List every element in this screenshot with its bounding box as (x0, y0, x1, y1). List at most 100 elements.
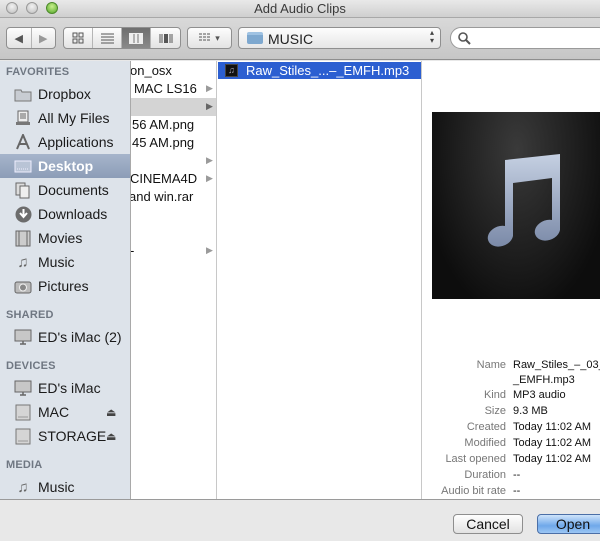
info-value-created: Today 11:02 AM (513, 421, 592, 433)
sidebar-item-eds-imac-2[interactable]: ED's iMac (2) (0, 325, 130, 349)
sidebar-item-pictures[interactable]: Pictures (0, 274, 130, 298)
search-icon (458, 32, 471, 45)
sidebar-item-mac[interactable]: MAC ⏏ (0, 400, 130, 424)
title-bar: Add Audio Clips (0, 0, 600, 18)
desktop-icon (13, 157, 33, 175)
info-key-last-opened: Last opened (445, 453, 506, 465)
sidebar-item-storage[interactable]: STORAGE ⏏ (0, 424, 130, 448)
toolbar: ◀ ▶ ▾ MUSIC ▴ ▾ (0, 18, 600, 60)
info-value-last-opened: Today 11:02 AM (513, 453, 592, 465)
sidebar-item-label: STORAGE (38, 428, 107, 444)
disclosure-arrow-icon: ▶ (206, 101, 213, 111)
drive-icon (13, 403, 33, 421)
drive-icon (13, 427, 33, 445)
selected-file-row[interactable]: ♫ Raw_Stiles_...–_EMFH.mp3 (218, 62, 421, 79)
info-key-name: Name (476, 359, 506, 371)
sidebar-item-label: Pictures (38, 278, 89, 294)
computer-icon (13, 328, 33, 346)
location-popup[interactable]: MUSIC ▴ ▾ (238, 27, 441, 49)
list-item[interactable]: 45 AM.png (131, 134, 216, 152)
arrange-button[interactable]: ▾ (188, 28, 231, 48)
forward-button[interactable]: ▶ (32, 28, 56, 48)
sidebar-item-label: All My Files (38, 110, 110, 126)
chevron-down-icon: ▾ (215, 32, 220, 43)
downloads-icon (13, 205, 33, 223)
info-value-bit-rate: -- (513, 485, 521, 497)
preview-pane: Name Raw_Stiles_–_03_ _EMFH.mp3 Kind MP3… (422, 61, 600, 499)
sidebar-item-label: Music (38, 479, 75, 495)
sidebar-item-label: Dropbox (38, 86, 91, 102)
movies-icon (13, 229, 33, 247)
sidebar-item-downloads[interactable]: Downloads (0, 202, 130, 226)
eject-icon[interactable]: ⏏ (106, 406, 116, 419)
column-view-icon (129, 32, 143, 44)
list-item[interactable]: on_osx (131, 62, 216, 80)
window-title: Add Audio Clips (254, 1, 346, 16)
computer-icon (13, 379, 33, 397)
music-icon: ♫ (17, 478, 29, 496)
open-button[interactable]: Open (537, 514, 600, 534)
sidebar-item-label: Downloads (38, 206, 108, 222)
column-view-button[interactable] (122, 28, 151, 48)
sidebar-section-devices: DEVICES (6, 360, 56, 372)
info-value-name: Raw_Stiles_–_03_ (513, 359, 600, 371)
sidebar-item-label: Music (38, 254, 75, 270)
sidebar-item-eds-imac[interactable]: ED's iMac (0, 376, 130, 400)
sidebar-item-label: Documents (38, 182, 109, 198)
disclosure-arrow-icon: ▶ (206, 173, 213, 183)
list-item[interactable]: MAC LS16 ▶ (131, 80, 216, 98)
list-item-label: CINEMA4D (131, 171, 198, 186)
info-value-name-cont: _EMFH.mp3 (513, 374, 575, 386)
sidebar-item-label: Desktop (38, 158, 94, 174)
music-note-icon (487, 154, 560, 247)
list-item[interactable]: and win.rar (131, 188, 216, 206)
file-name: Raw_Stiles_...–_EMFH.mp3 (246, 63, 410, 78)
list-item[interactable]: CINEMA4D ▶ (131, 170, 216, 188)
sidebar-item-all-my-files[interactable]: All My Files (0, 106, 130, 130)
search-field[interactable] (450, 27, 600, 49)
list-item[interactable]: - ▶ (131, 242, 216, 260)
list-item-label: - (131, 243, 134, 258)
cancel-button[interactable]: Cancel (453, 514, 523, 534)
eject-icon[interactable]: ⏏ (106, 430, 116, 443)
dialog-button-bar: Cancel Open (0, 499, 600, 541)
folder-icon (13, 85, 33, 103)
sidebar-item-applications[interactable]: Applications (0, 130, 130, 154)
sidebar-item-dropbox[interactable]: Dropbox (0, 82, 130, 106)
sidebar-item-movies[interactable]: Movies (0, 226, 130, 250)
sidebar-item-desktop[interactable]: Desktop (0, 154, 130, 178)
icon-view-icon (72, 32, 84, 44)
sidebar-item-music[interactable]: ♫ Music (0, 250, 130, 274)
coverflow-view-button[interactable] (151, 28, 180, 48)
list-item-label: 45 AM.png (132, 135, 195, 150)
info-key-kind: Kind (483, 389, 506, 401)
icon-view-button[interactable] (64, 28, 93, 48)
search-input[interactable] (473, 30, 600, 46)
arrange-icon (199, 33, 212, 41)
list-item[interactable]: 56 AM.png (131, 116, 216, 134)
info-value-modified: Today 11:02 AM (513, 437, 592, 449)
list-item-label: 56 AM.png (132, 117, 195, 132)
list-item-label: on_osx (131, 63, 172, 78)
coverflow-view-icon (159, 33, 172, 43)
applications-icon (13, 133, 33, 151)
back-button[interactable]: ◀ (7, 28, 32, 48)
sidebar-section-media: MEDIA (6, 459, 43, 471)
sidebar-item-label: ED's iMac (2) (38, 329, 122, 345)
info-key-modified: Modified (464, 437, 506, 449)
list-view-icon (100, 33, 114, 43)
sidebar-section-favorites: FAVORITES (6, 66, 70, 78)
browser-column-2: ♫ Raw_Stiles_...–_EMFH.mp3 (217, 61, 422, 499)
list-item[interactable]: ▶ (131, 98, 216, 116)
sidebar-item-media-music[interactable]: ♫ Music (0, 475, 130, 499)
sidebar-item-documents[interactable]: Documents (0, 178, 130, 202)
list-item-label: MAC LS16 (134, 81, 197, 96)
camera-icon (13, 277, 33, 295)
list-item[interactable]: ▶ (131, 152, 216, 170)
disclosure-arrow-icon: ▶ (206, 245, 213, 255)
sidebar-item-label: Applications (38, 134, 114, 150)
sidebar-item-label: MAC (38, 404, 70, 420)
list-view-button[interactable] (93, 28, 122, 48)
info-key-size: Size (484, 405, 506, 417)
back-arrow-icon: ◀ (14, 32, 23, 45)
